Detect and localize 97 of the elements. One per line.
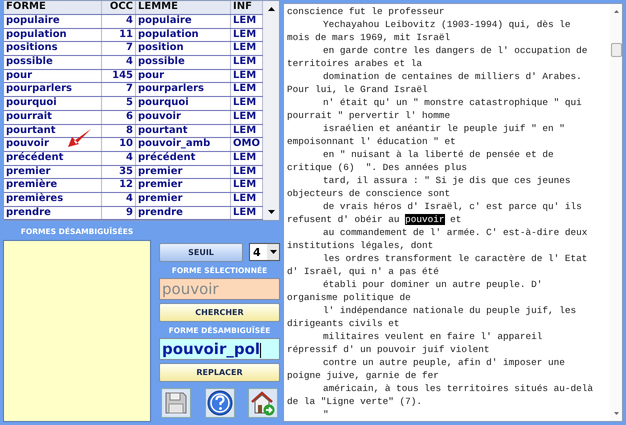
table-cell: pourrait xyxy=(4,110,102,124)
table-cell: 7 xyxy=(102,42,136,56)
column-header[interactable]: LEMME xyxy=(136,1,231,14)
table-cell: pouvoir_amb xyxy=(136,138,231,151)
table-cell: positions xyxy=(4,42,102,56)
table-cell: 5 xyxy=(102,97,136,110)
up-arrow-icon[interactable] xyxy=(268,7,274,11)
table-cell: 4 xyxy=(102,56,136,69)
table-cell: premières xyxy=(4,192,102,206)
table-cell: précédent xyxy=(136,152,231,165)
text-line: domination de centaines de milliers d' Arabes. xyxy=(323,71,582,82)
text-line: et xyxy=(449,214,462,225)
table-cell: précédent xyxy=(4,152,102,165)
text-line: en " nuisant à la liberté de pensée et de xyxy=(323,149,554,160)
table-cell: 35 xyxy=(102,166,136,178)
disambiguated-list[interactable] xyxy=(3,240,151,422)
text-line: " xyxy=(323,409,329,420)
house-icon xyxy=(250,390,276,416)
text-line: répressif d' un pouvoir juif violent xyxy=(287,344,490,355)
text-line: en garde contre les dangers de l' occupation de xyxy=(323,45,588,56)
scrollbar[interactable] xyxy=(263,1,279,220)
text-line: pourrait " pervertir l' homme xyxy=(287,110,450,121)
text-line: dirigeants civils et xyxy=(287,318,400,329)
table-cell: première xyxy=(4,179,102,192)
table-cell: pourparlers xyxy=(4,83,102,96)
table-cell: pour xyxy=(4,70,102,82)
table-cell: premier xyxy=(136,166,231,178)
table-cell: premier xyxy=(136,179,231,192)
table-cell: 11 xyxy=(102,28,136,42)
table-cell: populaire xyxy=(136,15,231,28)
column-header[interactable]: FORME xyxy=(4,1,102,14)
table-cell: 10 xyxy=(102,138,136,151)
text-line: de la "Ligne verte" (7). xyxy=(287,396,422,407)
save-button[interactable] xyxy=(161,388,191,418)
column-header[interactable]: OCC xyxy=(102,1,136,14)
table-cell: pourquoi xyxy=(136,97,231,110)
text-line: objecteurs de conscience sont xyxy=(287,188,450,199)
table-cell: position xyxy=(136,42,231,56)
text-line: critique (6) ". Des années plus xyxy=(287,162,468,173)
highlighted-word[interactable]: pouvoir xyxy=(405,214,445,225)
threshold-dropdown[interactable]: 4 xyxy=(249,243,280,262)
text-line: n' était qu' un " monstre catastrophique " qui xyxy=(323,97,582,108)
text-line: contre un autre peuple, afin d' imposer une xyxy=(323,357,565,368)
table-cell: 4 xyxy=(102,192,136,206)
text-line: de vrais héros d' Israël, c' est parce qu' ils xyxy=(323,201,582,212)
table-cell: pourtant xyxy=(136,124,231,138)
text-line: établi pour dominer un autre peuple. D' xyxy=(323,279,542,290)
table-cell: 9 xyxy=(102,206,136,220)
table-cell: pourparlers xyxy=(136,83,231,96)
table-cell: premier xyxy=(136,192,231,206)
table-cell: population xyxy=(136,28,231,42)
text-area[interactable] xyxy=(283,3,623,422)
text-line: au commandement de l' armée. C' est-à-dire deux xyxy=(323,227,588,238)
table-cell: population xyxy=(4,28,102,42)
seuil-button[interactable]: SEUIL xyxy=(159,243,243,262)
text-line: institutions légales, dont xyxy=(287,240,434,251)
help-icon xyxy=(206,390,232,416)
text-line: Yechayahou Leibovitz (1903-1994) qui, dès le xyxy=(323,19,571,30)
help-button[interactable] xyxy=(204,388,234,418)
table-cell: 6 xyxy=(102,110,136,124)
text-line: d' Israël, qui n' a pas été xyxy=(287,266,439,277)
text-line: l' indépendance nationale du peuple juif, les xyxy=(323,305,576,316)
table-cell: 8 xyxy=(102,124,136,138)
search-button[interactable]: CHERCHER xyxy=(159,303,280,322)
table-cell: 145 xyxy=(102,70,136,82)
table-cell: populaire xyxy=(4,15,102,28)
text-line: territoires arabes et la xyxy=(287,58,422,69)
text-line: israélien et anéantir le peuple juif " en " xyxy=(323,123,565,134)
caret-icon[interactable] xyxy=(270,250,276,254)
text-line: américain, à tous les territoires situés au-delà xyxy=(323,383,594,394)
table-cell: pour xyxy=(136,70,231,82)
text-line: refusent d' obéir au xyxy=(287,214,401,225)
replace-button[interactable]: REPLACER xyxy=(159,363,280,382)
text-line: empoisonnant l' éducation " et xyxy=(287,136,456,147)
text-line: les ordres transforment le caractère de l' Etat xyxy=(323,253,588,264)
scrollbar-thumb[interactable] xyxy=(610,43,622,57)
text-line: poigne juive, garnie de fer xyxy=(287,370,439,381)
table-cell: prendre xyxy=(4,206,102,220)
text-line: Pour lui, le Grand Israël xyxy=(287,84,428,95)
disambiguated-form-field[interactable]: pouvoir_pol xyxy=(159,338,280,360)
text-line: conscience fut le professeur xyxy=(287,6,445,17)
table-cell: pourquoi xyxy=(4,97,102,110)
table-cell: prendre xyxy=(136,206,231,220)
table-cell: 4 xyxy=(102,15,136,28)
text-line: tard, il assura : " Si je dis que ces jeunes xyxy=(323,175,571,186)
text-line: mois de mars 1969, mit Israël xyxy=(287,32,450,43)
table-cell: possible xyxy=(4,56,102,69)
home-button[interactable] xyxy=(248,388,278,418)
table-cell: possible xyxy=(136,56,231,69)
text-line: militaires veulent en faire l' appareil xyxy=(323,331,542,342)
table-cell: 4 xyxy=(102,152,136,165)
down-arrow-icon[interactable] xyxy=(268,210,274,214)
table-cell: 12 xyxy=(102,179,136,192)
table-cell: 7 xyxy=(102,83,136,96)
table-cell: pouvoir xyxy=(136,110,231,124)
text-line: organisme politique de xyxy=(287,292,411,303)
table-cell: premier xyxy=(4,166,102,178)
